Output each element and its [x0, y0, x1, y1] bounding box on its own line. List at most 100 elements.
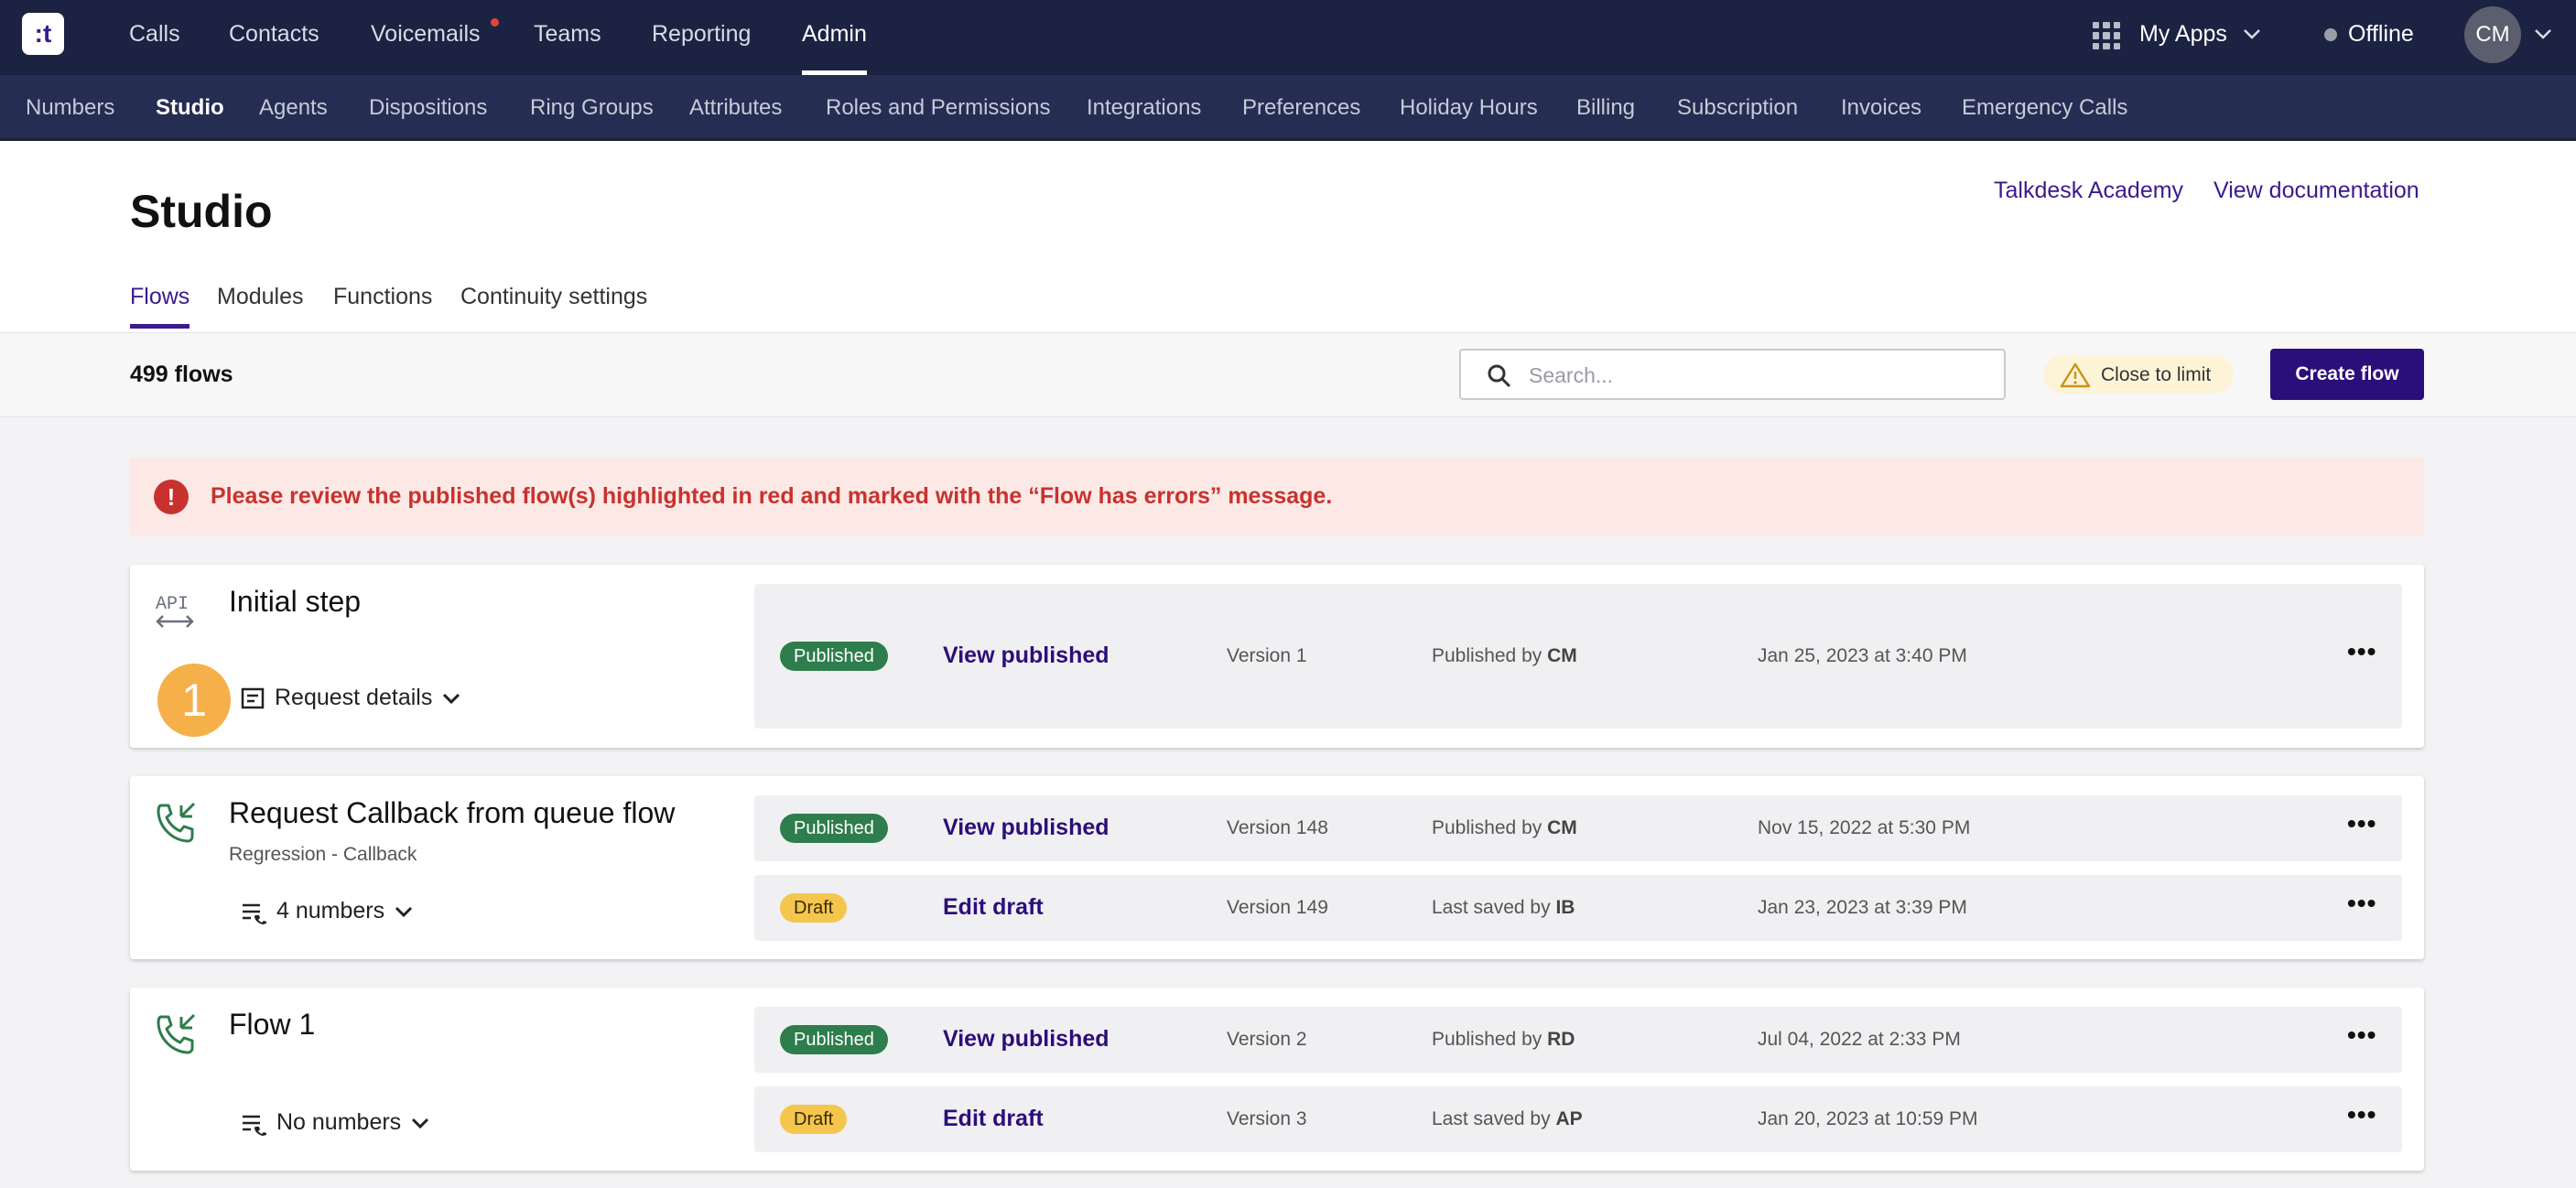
my-apps-menu[interactable]: My Apps	[2139, 0, 2227, 75]
edit-draft-link[interactable]: Edit draft	[943, 1106, 1044, 1132]
nav-admin[interactable]: Admin	[802, 0, 867, 75]
version-label: Version 149	[1227, 897, 1328, 918]
nav-teams[interactable]: Teams	[534, 0, 601, 75]
api-icon: API	[156, 594, 194, 628]
chevron-down-icon	[443, 693, 460, 704]
flow-name[interactable]: Initial step	[229, 585, 361, 619]
subnav-numbers[interactable]: Numbers	[26, 75, 114, 141]
status-badge: Draft	[780, 1105, 848, 1134]
published-by: Published by RD	[1432, 1029, 1575, 1050]
timestamp: Jan 23, 2023 at 3:39 PM	[1758, 897, 1967, 918]
chevron-down-icon[interactable]	[2534, 27, 2552, 40]
subnav-invoices[interactable]: Invoices	[1841, 75, 1921, 141]
subnav-preferences[interactable]: Preferences	[1242, 75, 1360, 141]
version-row: Published View published Version 2 Publi…	[754, 1007, 2402, 1073]
view-published-link[interactable]: View published	[943, 1026, 1109, 1053]
page-header: Studio Talkdesk Academy View documentati…	[0, 141, 2576, 333]
subnav-ring-groups[interactable]: Ring Groups	[530, 75, 654, 141]
chevron-down-icon	[395, 906, 413, 917]
nav-contacts[interactable]: Contacts	[229, 0, 319, 75]
page-title: Studio	[130, 186, 273, 237]
error-alert-message: Please review the published flow(s) high…	[211, 483, 1333, 509]
talkdesk-logo[interactable]: :t	[22, 13, 64, 55]
create-flow-button[interactable]: Create flow	[2270, 349, 2424, 400]
apps-grid-icon[interactable]	[2093, 22, 2120, 49]
status-badge: Published	[780, 814, 888, 843]
status-badge: Draft	[780, 893, 848, 923]
flows-toolbar: 499 flows Close to limit Create flow	[0, 333, 2576, 417]
version-label: Version 1	[1227, 645, 1307, 666]
phone-callback-icon	[157, 802, 196, 843]
published-by: Published by CM	[1432, 645, 1577, 666]
chevron-down-icon	[412, 1118, 429, 1129]
more-options-icon[interactable]: •••	[2347, 809, 2376, 838]
published-by: Published by CM	[1432, 817, 1577, 838]
phone-callback-icon	[157, 1013, 196, 1054]
number-list-icon	[243, 1115, 266, 1136]
nav-voicemails[interactable]: Voicemails	[371, 0, 481, 75]
tab-modules[interactable]: Modules	[217, 284, 304, 310]
search-icon	[1488, 364, 1511, 388]
subnav-holiday-hours[interactable]: Holiday Hours	[1400, 75, 1538, 141]
admin-sub-nav: Numbers Studio Agents Dispositions Ring …	[0, 75, 2576, 141]
chevron-down-icon	[2244, 29, 2260, 39]
number-list-icon	[243, 903, 266, 924]
last-saved-by: Last saved by AP	[1432, 1108, 1583, 1129]
view-published-link[interactable]: View published	[943, 643, 1109, 669]
agent-status[interactable]: Offline	[2348, 0, 2414, 75]
step-badge: 1	[157, 664, 231, 737]
subnav-studio[interactable]: Studio	[156, 75, 224, 141]
details-icon	[241, 687, 265, 708]
flow-card: API Initial step 1 Request details Publi…	[130, 565, 2424, 748]
request-details-label: Request details	[275, 685, 433, 710]
version-row: Draft Edit draft Version 3 Last saved by…	[754, 1086, 2402, 1152]
subnav-integrations[interactable]: Integrations	[1087, 75, 1201, 141]
flow-name[interactable]: Flow 1	[229, 1008, 315, 1042]
numbers-toggle[interactable]: 4 numbers	[240, 898, 414, 924]
more-options-icon[interactable]: •••	[2347, 889, 2376, 918]
more-options-icon[interactable]: •••	[2347, 1100, 2376, 1129]
search-input[interactable]	[1529, 360, 1986, 391]
documentation-link[interactable]: View documentation	[2213, 178, 2419, 204]
request-details-toggle[interactable]: Request details	[240, 685, 461, 711]
subnav-roles-permissions[interactable]: Roles and Permissions	[826, 75, 1050, 141]
status-dot-icon	[2324, 28, 2337, 41]
close-to-limit-badge: Close to limit	[2043, 355, 2234, 394]
subnav-subscription[interactable]: Subscription	[1677, 75, 1798, 141]
flow-count: 499 flows	[130, 362, 233, 387]
flow-subtitle: Regression - Callback	[229, 844, 417, 865]
version-row: Published View published Version 148 Pub…	[754, 795, 2402, 861]
edit-draft-link[interactable]: Edit draft	[943, 894, 1044, 921]
version-label: Version 148	[1227, 817, 1328, 838]
nav-reporting[interactable]: Reporting	[652, 0, 751, 75]
tab-flows[interactable]: Flows	[130, 284, 190, 329]
avatar[interactable]: CM	[2464, 6, 2521, 63]
version-row: Draft Edit draft Version 149 Last saved …	[754, 875, 2402, 941]
timestamp: Jul 04, 2022 at 2:33 PM	[1758, 1029, 1961, 1050]
timestamp: Jan 20, 2023 at 10:59 PM	[1758, 1108, 1978, 1129]
subnav-emergency-calls[interactable]: Emergency Calls	[1962, 75, 2127, 141]
tab-continuity-settings[interactable]: Continuity settings	[460, 284, 647, 310]
timestamp: Jan 25, 2023 at 3:40 PM	[1758, 645, 1967, 666]
subnav-attributes[interactable]: Attributes	[689, 75, 782, 141]
subnav-agents[interactable]: Agents	[259, 75, 328, 141]
flow-name[interactable]: Request Callback from queue flow	[229, 796, 675, 830]
subnav-billing[interactable]: Billing	[1576, 75, 1635, 141]
voicemail-notification-dot	[491, 18, 499, 27]
numbers-toggle[interactable]: No numbers	[240, 1109, 430, 1136]
search-box[interactable]	[1459, 349, 2006, 400]
version-label: Version 2	[1227, 1029, 1307, 1050]
close-to-limit-label: Close to limit	[2101, 364, 2212, 385]
view-published-link[interactable]: View published	[943, 815, 1109, 841]
more-options-icon[interactable]: •••	[2347, 1021, 2376, 1050]
numbers-count-label: No numbers	[276, 1109, 402, 1135]
academy-link[interactable]: Talkdesk Academy	[1994, 178, 2183, 204]
status-badge: Published	[780, 1025, 888, 1054]
nav-calls[interactable]: Calls	[129, 0, 180, 75]
tab-functions[interactable]: Functions	[333, 284, 432, 310]
error-alert: ! Please review the published flow(s) hi…	[130, 458, 2424, 536]
status-badge: Published	[780, 642, 888, 671]
more-options-icon[interactable]: •••	[2347, 637, 2376, 666]
version-row: Published View published Version 1 Publi…	[754, 584, 2402, 729]
subnav-dispositions[interactable]: Dispositions	[369, 75, 487, 141]
